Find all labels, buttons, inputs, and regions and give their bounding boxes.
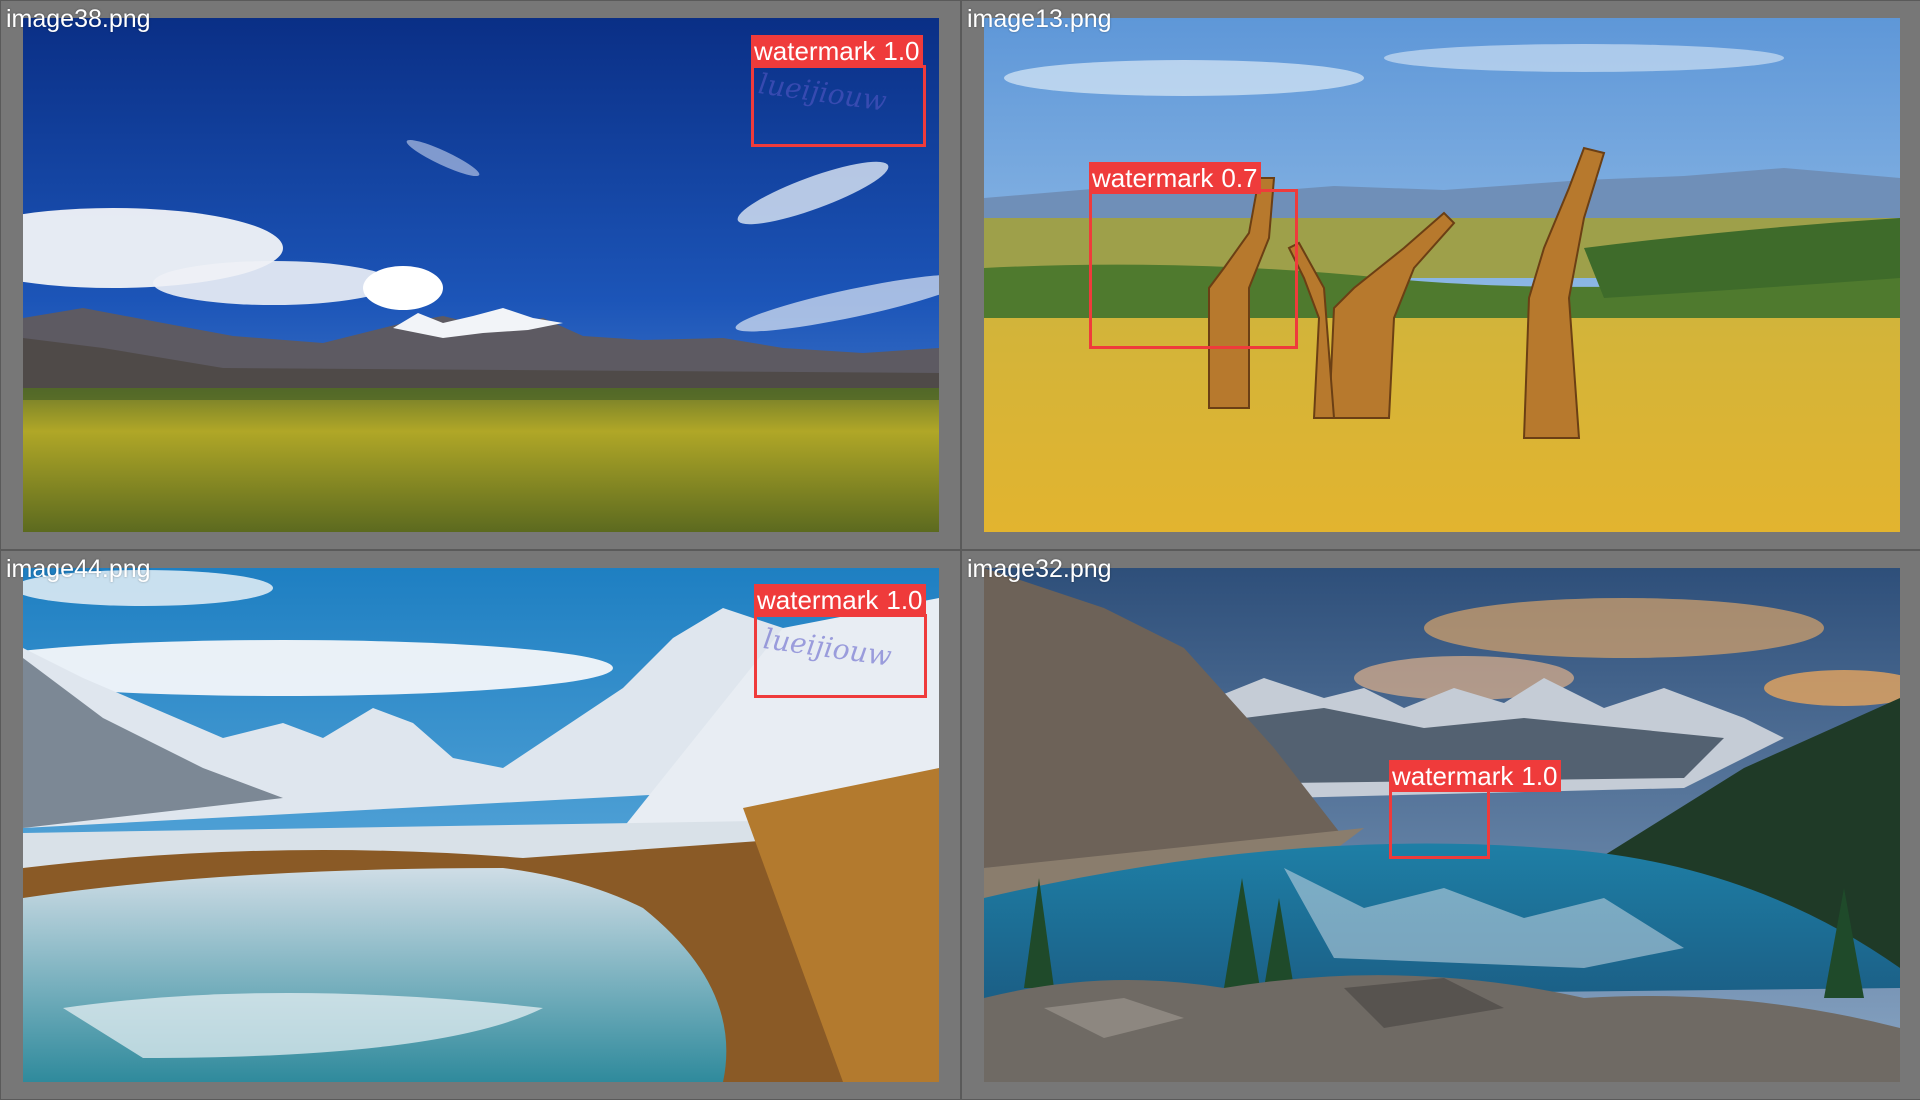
detection-label: watermark 1.0 <box>754 584 926 616</box>
bounding-box <box>1089 189 1298 349</box>
detection-class: watermark <box>1392 761 1514 791</box>
detection-label: watermark 1.0 <box>1389 760 1561 792</box>
bounding-box <box>754 614 927 698</box>
filename-label: image13.png <box>967 5 1112 33</box>
bounding-box <box>751 65 926 147</box>
filename-label: image44.png <box>6 555 151 583</box>
detection-confidence: 1.0 <box>886 585 923 615</box>
detection-class: watermark <box>754 36 876 66</box>
filename-label: image32.png <box>967 555 1112 583</box>
detection-confidence: 1.0 <box>1521 761 1558 791</box>
detection-confidence: 1.0 <box>883 36 920 66</box>
filename-label: image38.png <box>6 5 151 33</box>
detection-label: watermark 1.0 <box>751 35 923 67</box>
image-panel-image44[interactable]: image44.png lueijiouw watermark 1.0 <box>0 550 961 1100</box>
image-panel-image13[interactable]: image13.png watermark 0.7 <box>961 0 1920 550</box>
image-panel-image32[interactable]: image32.png watermark 1.0 <box>961 550 1920 1100</box>
bounding-box <box>1389 789 1490 859</box>
detection-class: watermark <box>757 585 879 615</box>
image-panel-image38[interactable]: image38.png lueijiouw watermark 1.0 <box>0 0 961 550</box>
